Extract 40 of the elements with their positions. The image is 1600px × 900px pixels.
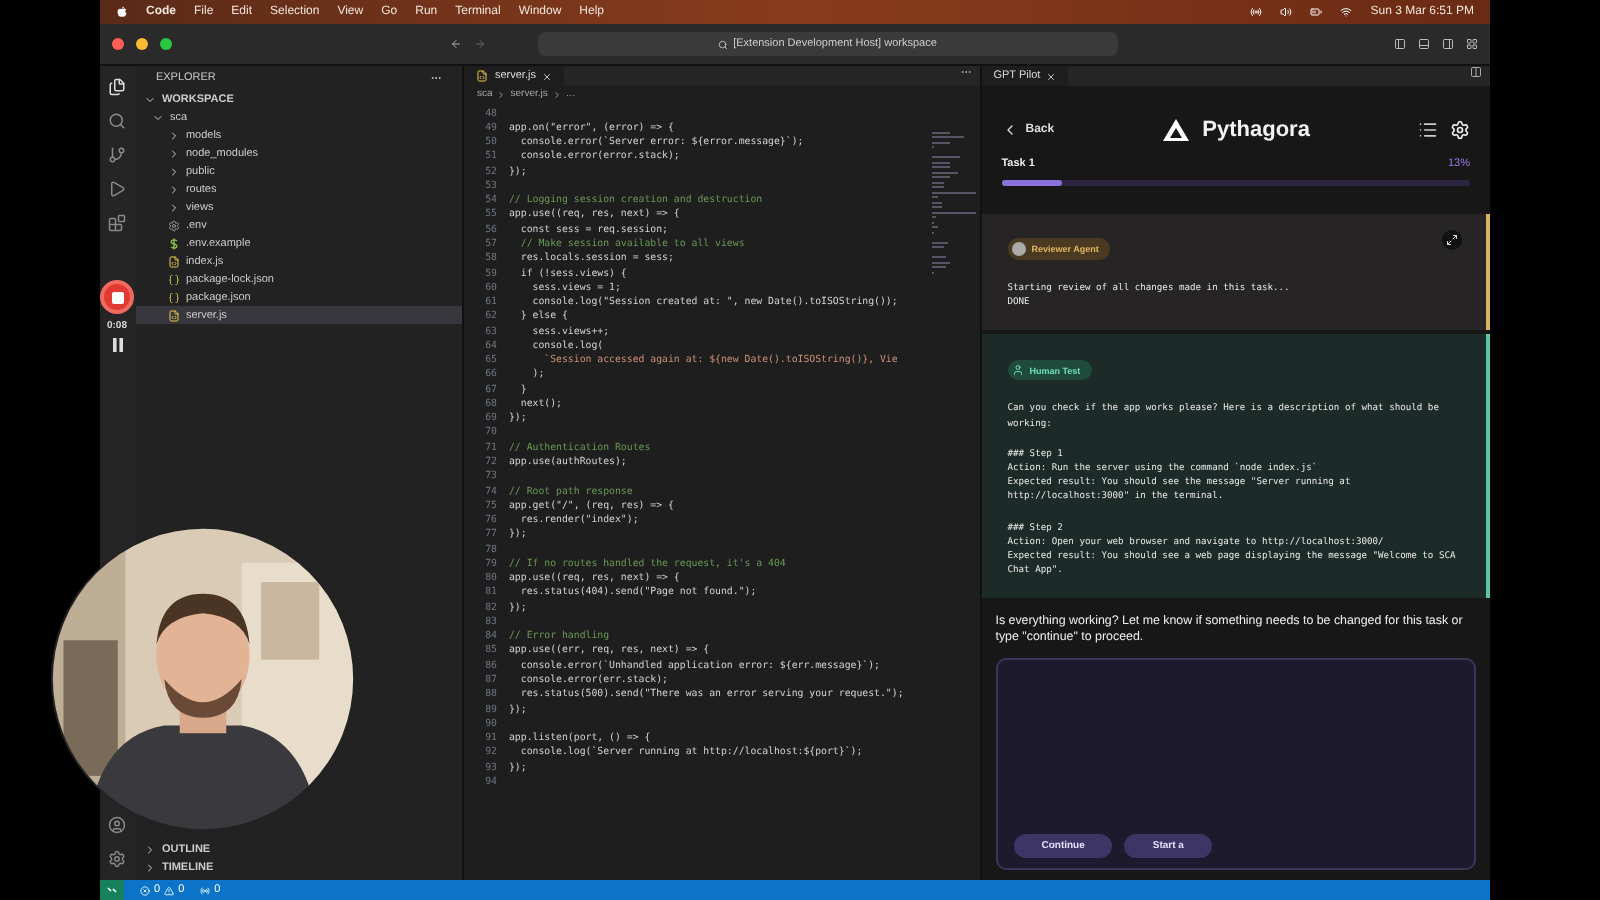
pause-icon[interactable] [111,338,123,352]
braces-icon [167,273,180,285]
close-button[interactable] [112,38,124,50]
battery-icon[interactable] [1310,6,1323,18]
volume-icon[interactable] [1280,6,1293,18]
apple-icon[interactable] [116,6,128,18]
wifi-icon[interactable] [1340,6,1353,18]
search-icon [717,39,728,49]
js-file-icon [167,255,180,267]
js-file-icon [167,309,180,321]
gear-icon [167,219,180,231]
dollar-icon [167,237,180,249]
braces-icon [167,291,180,303]
record-icon[interactable] [1250,6,1263,18]
right-panel-layout-icon[interactable] [1442,38,1454,50]
error-icon [140,885,150,895]
chevron-right-icon [551,89,562,99]
remote-icon [106,884,118,896]
triangle-logo-icon [1162,118,1191,142]
minimize-button[interactable] [136,38,148,50]
chevron-right-icon [496,89,507,99]
broadcast-icon [200,885,211,895]
list-icon[interactable] [1418,120,1438,140]
js-file-icon [476,70,489,82]
branch-icon[interactable] [108,146,127,164]
zoom-button[interactable] [160,38,172,50]
sidebar-layout-icon[interactable] [1394,38,1406,50]
files-icon[interactable] [108,78,127,96]
brand-name: Pythagora [1202,118,1310,142]
grid-layout-icon[interactable] [1466,38,1478,50]
expand-button[interactable] [1442,230,1462,250]
panel-layout-icon[interactable] [1418,38,1430,50]
play-icon[interactable] [108,180,127,198]
account-icon[interactable] [108,816,127,834]
warning-icon [164,885,175,895]
search-icon[interactable] [108,112,127,130]
split-editor-icon[interactable] [1470,66,1482,78]
back-arrow-icon[interactable] [449,38,461,50]
blocks-icon[interactable] [108,214,127,232]
remote-button[interactable] [100,880,124,900]
